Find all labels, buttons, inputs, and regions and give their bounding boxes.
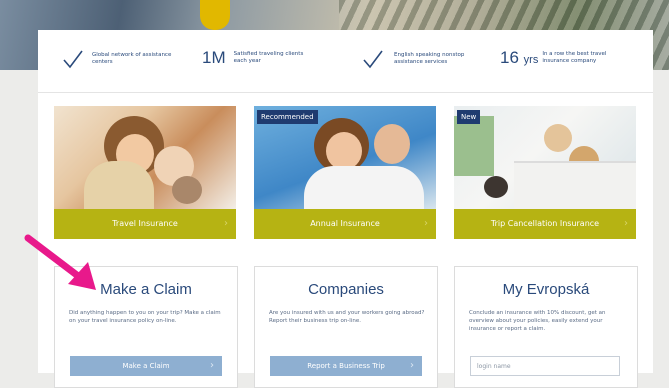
make-claim-button[interactable]: Make a Claim › (70, 356, 222, 376)
stat-clients: 1M Satisfied traveling clients each year (202, 48, 314, 68)
companies-box: Companies Are you insured with us and yo… (254, 266, 438, 388)
make-claim-text: Did anything happen to you on your trip?… (69, 310, 221, 324)
stat-text: In a row the best travel insurance compa… (542, 51, 607, 64)
stat-assistance: English speaking nonstop assistance serv… (362, 48, 484, 70)
companies-text: Are you insured with us and your workers… (269, 310, 425, 324)
chevron-right-icon: › (224, 218, 228, 229)
card-label: Annual Insurance › (254, 209, 436, 239)
my-evropska-title: My Evropská (502, 281, 590, 298)
stat-text: Global network of assistance centers (92, 52, 172, 65)
pointer-arrow-icon (24, 234, 96, 290)
stat-value: 1M (202, 48, 226, 67)
card-label: Trip Cancellation Insurance › (454, 209, 636, 239)
chevron-right-icon: › (624, 218, 628, 229)
new-badge: New (457, 110, 481, 124)
hero-yellow-object (200, 0, 230, 30)
stat-years: 16 yrs In a row the best travel insuranc… (500, 48, 622, 68)
check-icon (363, 50, 383, 69)
recommended-badge: Recommended (257, 110, 318, 124)
bedroom-photo (454, 106, 636, 211)
stat-network: Global network of assistance centers (62, 48, 187, 70)
check-icon (63, 50, 83, 69)
card-travel-insurance[interactable]: Travel Insurance › (54, 106, 236, 239)
card-annual-insurance[interactable]: Recommended Annual Insurance › (254, 106, 436, 239)
chevron-right-icon: › (410, 360, 414, 371)
my-evropska-box: My Evropská Conclude an insurance with 1… (454, 266, 638, 388)
content-panel: Global network of assistance centers 1M … (38, 30, 653, 388)
report-business-trip-button[interactable]: Report a Business Trip › (270, 356, 422, 376)
chevron-right-icon: › (210, 360, 214, 371)
stat-value: 16 yrs (500, 48, 539, 67)
stats-bar: Global network of assistance centers 1M … (38, 30, 653, 93)
companies-title: Companies (308, 281, 384, 298)
stat-text: English speaking nonstop assistance serv… (394, 52, 465, 65)
chevron-right-icon: › (424, 218, 428, 229)
my-evropska-text: Conclude an insurance with 10% discount,… (469, 310, 606, 332)
family-photo (54, 106, 236, 209)
stat-text: Satisfied traveling clients each year (233, 51, 304, 64)
card-trip-cancellation[interactable]: New Trip Cancellation Insurance › (454, 106, 636, 239)
login-name-input[interactable]: login name (470, 356, 620, 376)
